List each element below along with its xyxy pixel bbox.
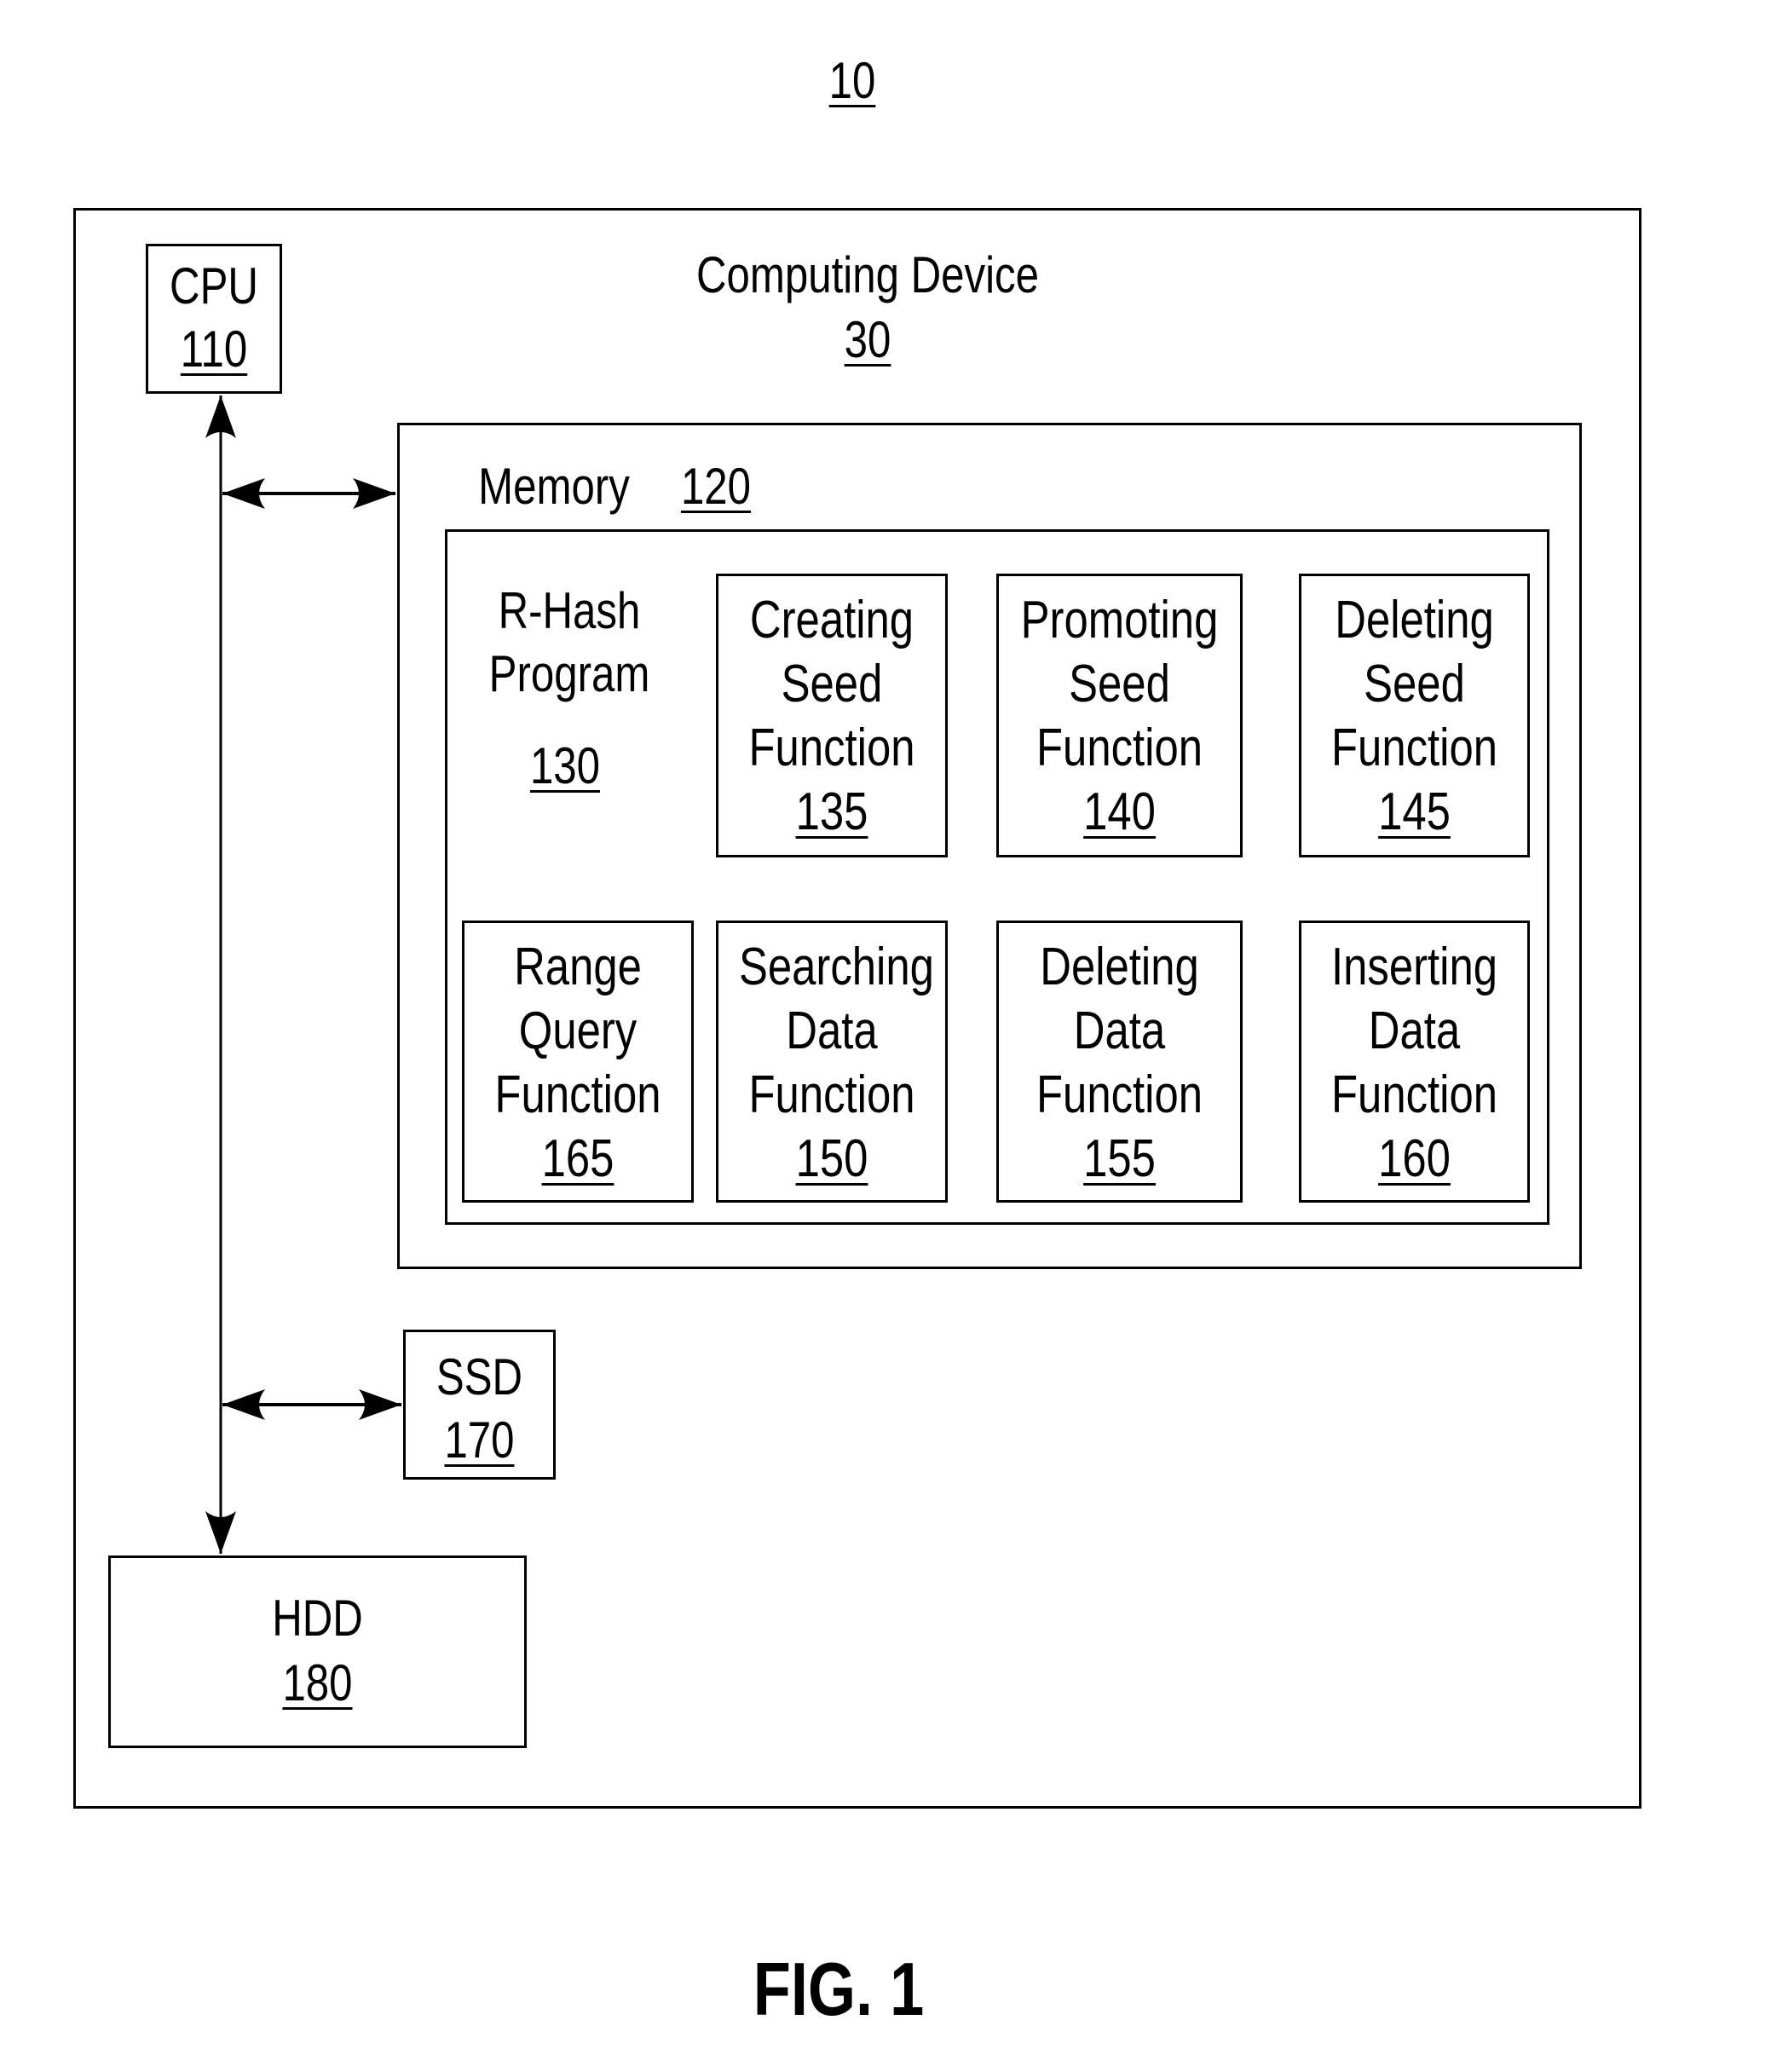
figure-caption: FIG. 1 — [753, 1947, 925, 2031]
bus-connections — [205, 395, 401, 1554]
